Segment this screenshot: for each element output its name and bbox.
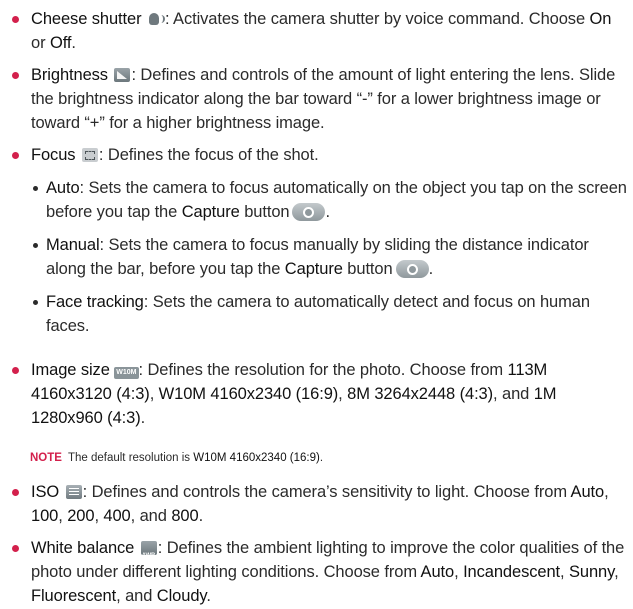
capture-label: Capture [284, 260, 343, 278]
list-item-focus: Focus : Defines the focus of the shot. [12, 143, 627, 167]
list-item-image-size: Image size W10M: Defines the resolution … [12, 358, 627, 430]
option-100: 100 [31, 507, 59, 525]
capture-label: Capture [181, 203, 240, 221]
option-on: On [589, 10, 612, 28]
option-fluorescent: Fluorescent [31, 587, 117, 605]
bullet [12, 367, 19, 374]
sub-item-auto: Auto: Sets the camera to focus automatic… [31, 176, 627, 224]
description-tail: button [342, 260, 393, 278]
period: . [206, 587, 211, 605]
sub-bullet [33, 243, 38, 248]
separator: , [604, 483, 609, 501]
capture-button-icon [395, 260, 429, 278]
bullet [12, 152, 19, 159]
term-cheese-shutter: Cheese shutter [31, 10, 142, 28]
separator: , [560, 563, 569, 581]
period: . [319, 452, 324, 464]
option-off: Off [49, 34, 72, 52]
description-tail: button [239, 203, 290, 221]
bullet [12, 16, 19, 23]
sub-bullet [33, 186, 38, 191]
term-brightness: Brightness [31, 66, 108, 84]
cheese-shutter-icon [148, 12, 165, 26]
separator: , and [116, 587, 157, 605]
separator: , and [493, 385, 534, 403]
option-8m: 8M 3264x2448 (4:3) [347, 385, 494, 403]
image-size-icon: W10M [114, 367, 139, 379]
sub-item-manual: Manual: Sets the camera to focus manuall… [31, 233, 627, 281]
text-or: or [31, 34, 50, 52]
period: . [140, 409, 146, 427]
separator: , [58, 507, 68, 525]
option-200: 200 [67, 507, 95, 525]
list-item-cheese-shutter: Cheese shutter : Activates the camera sh… [12, 7, 627, 55]
list-item-brightness: Brightness : Defines and controls of the… [12, 63, 627, 135]
term-white-balance: White balance [31, 539, 135, 557]
sub-item-face-tracking: Face tracking: Sets the camera to automa… [31, 290, 627, 338]
period: . [198, 507, 204, 525]
term-manual: Manual [46, 236, 100, 254]
option-400: 400 [103, 507, 131, 525]
separator: , [454, 563, 464, 581]
option-w10m: W10M 4160x2340 (16:9) [158, 385, 339, 403]
term-auto: Auto [46, 179, 80, 197]
period: . [325, 203, 330, 221]
list-item-white-balance: White balance : Defines the ambient ligh… [12, 536, 627, 608]
bullet [12, 72, 19, 79]
focus-icon [81, 148, 98, 162]
option-incandescent: Incandescent [463, 563, 561, 581]
capture-button-icon [292, 203, 326, 221]
white-balance-icon [140, 541, 157, 568]
option-800: 800 [171, 507, 199, 525]
separator: , [614, 563, 619, 581]
description: : Sets the camera to focus automatically… [46, 179, 627, 221]
description: : Defines the resolution for the photo. … [138, 361, 508, 379]
description: : Defines and controls the camera’s sens… [82, 483, 571, 501]
separator: , [338, 385, 348, 403]
description: : Defines the focus of the shot. [98, 146, 319, 164]
separator: , [149, 385, 159, 403]
note: NOTE The default resolution is W10M 4160x… [30, 450, 620, 466]
iso-icon [65, 485, 82, 499]
period: . [428, 260, 434, 278]
term-face-tracking: Face tracking [46, 293, 144, 311]
option-cloudy: Cloudy [156, 587, 207, 605]
separator: , and [130, 507, 172, 525]
term-iso: ISO [31, 483, 60, 501]
brightness-icon [114, 68, 131, 82]
description: : Activates the camera shutter by voice … [164, 10, 590, 28]
term-image-size: Image size [31, 361, 110, 379]
list-item-iso: ISO : Defines and controls the camera’s … [12, 480, 627, 528]
note-value: W10M 4160x2340 (16:9) [193, 452, 320, 464]
sub-bullet [33, 300, 38, 305]
option-sunny: Sunny [569, 563, 615, 581]
bullet [12, 545, 19, 552]
bullet [12, 489, 19, 496]
option-auto: Auto [420, 563, 455, 581]
note-label: NOTE [30, 452, 62, 464]
option-auto: Auto [570, 483, 605, 501]
term-focus: Focus [31, 146, 76, 164]
period: . [71, 34, 76, 52]
note-text: The default resolution is [67, 452, 194, 464]
